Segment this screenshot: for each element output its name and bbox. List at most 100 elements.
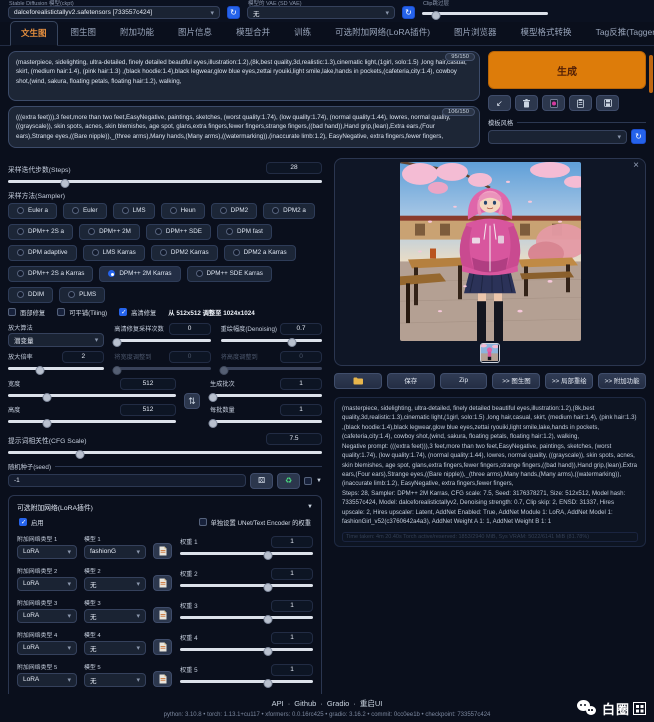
tab-image-browser[interactable]: 图片浏览器 bbox=[443, 20, 508, 45]
lora-type-dropdown[interactable]: LoRA▾ bbox=[17, 609, 77, 623]
height-slider[interactable] bbox=[8, 417, 176, 426]
upscaler-dropdown[interactable]: 潜变量 ▾ bbox=[8, 333, 104, 347]
lora-weight-slider[interactable] bbox=[180, 613, 313, 622]
send-to-img2img-button[interactable]: >> 图生图 bbox=[492, 373, 540, 389]
tab-train[interactable]: 训练 bbox=[283, 20, 322, 45]
vae-dropdown[interactable]: 无 ▾ bbox=[247, 6, 395, 19]
tab-checkpoint-merger[interactable]: 模型合并 bbox=[225, 20, 281, 45]
footer-link-gradio[interactable]: Gradio bbox=[327, 699, 350, 708]
lora-type-dropdown[interactable]: LoRA▾ bbox=[17, 545, 77, 559]
lora-weight-value[interactable]: 1 bbox=[271, 600, 313, 612]
sampler-option[interactable]: DPM2 bbox=[211, 203, 258, 219]
sampler-option[interactable]: DDIM bbox=[8, 287, 53, 303]
tab-tagger[interactable]: Tag反推(Tagger) bbox=[585, 20, 654, 45]
sampler-option[interactable]: DPM++ 2S a bbox=[8, 224, 73, 240]
lora-model-dropdown[interactable]: 无▾ bbox=[84, 641, 146, 655]
upscale-by-value[interactable]: 2 bbox=[62, 351, 104, 363]
steps-slider[interactable] bbox=[8, 177, 322, 186]
lora-model-dropdown[interactable]: 无▾ bbox=[84, 673, 146, 687]
footer-link-restart[interactable]: 重启UI bbox=[360, 699, 383, 708]
upscale-by-slider[interactable] bbox=[8, 364, 104, 373]
sampler-option[interactable]: DPM++ 2M bbox=[79, 224, 140, 240]
prompt-input[interactable]: (masterpiece, sidelighting, ultra-detail… bbox=[8, 51, 480, 101]
refresh-model-button[interactable]: ↻ bbox=[227, 6, 240, 19]
sampler-option[interactable]: Heun bbox=[161, 203, 205, 219]
hires-steps-slider[interactable] bbox=[114, 336, 210, 345]
tab-extras[interactable]: 附加功能 bbox=[109, 20, 165, 45]
model-dropdown[interactable]: dalceforealistictallyv2.safetensors [733… bbox=[8, 6, 220, 19]
zip-button[interactable]: Zip bbox=[440, 373, 488, 389]
lora-type-dropdown[interactable]: LoRA▾ bbox=[17, 577, 77, 591]
sampler-option[interactable]: DPM++ SDE bbox=[146, 224, 211, 240]
hires-fix-checkbox[interactable]: 高清修复 bbox=[119, 308, 156, 317]
close-icon[interactable]: × bbox=[633, 160, 639, 171]
gallery-thumbnail[interactable] bbox=[480, 343, 500, 363]
refresh-vae-button[interactable]: ↻ bbox=[402, 6, 415, 19]
send-to-extras-button[interactable]: >> 附加功能 bbox=[598, 373, 646, 389]
tiling-checkbox[interactable]: 可平铺(Tiling) bbox=[57, 308, 107, 317]
tab-model-converter[interactable]: 模型格式转换 bbox=[510, 20, 583, 45]
generate-button[interactable]: 生成 bbox=[488, 51, 646, 89]
lora-info-button[interactable] bbox=[153, 543, 172, 559]
sampler-option[interactable]: PLMS bbox=[59, 287, 105, 303]
sampler-option[interactable]: Euler bbox=[63, 203, 107, 219]
lora-separate-weights-checkbox[interactable]: 单独设置 UNet/Text Encoder 的权重 bbox=[199, 518, 311, 527]
slider-thumb[interactable] bbox=[431, 11, 440, 20]
clear-prompt-button[interactable] bbox=[515, 95, 538, 111]
refresh-styles-button[interactable]: ↻ bbox=[631, 129, 646, 144]
width-slider[interactable] bbox=[8, 391, 176, 400]
sampler-option[interactable]: LMS Karras bbox=[83, 245, 145, 261]
negative-prompt-input[interactable]: (((extra feet))),3 feet,more than two fe… bbox=[8, 106, 480, 148]
steps-value[interactable]: 28 bbox=[266, 162, 322, 174]
batch-size-slider[interactable] bbox=[210, 417, 322, 426]
style-template-dropdown[interactable]: ▾ bbox=[488, 130, 627, 144]
sampler-option[interactable]: DPM2 a bbox=[263, 203, 315, 219]
lora-type-dropdown[interactable]: LoRA▾ bbox=[17, 641, 77, 655]
sampler-option[interactable]: DPM adaptive bbox=[8, 245, 77, 261]
hires-steps-value[interactable]: 0 bbox=[169, 323, 211, 335]
sampler-option[interactable]: LMS bbox=[113, 203, 155, 219]
batch-size-value[interactable]: 1 bbox=[280, 404, 322, 416]
lora-weight-slider[interactable] bbox=[180, 581, 313, 590]
lora-model-dropdown[interactable]: fashionG▾ bbox=[84, 545, 146, 559]
reuse-seed-button[interactable]: ♻ bbox=[277, 473, 300, 489]
swap-dimensions-button[interactable]: ⇅ bbox=[184, 393, 200, 409]
lora-weight-slider[interactable] bbox=[180, 677, 313, 686]
random-seed-button[interactable]: ⚄ bbox=[250, 473, 273, 489]
lora-model-dropdown[interactable]: 无▾ bbox=[84, 609, 146, 623]
width-value[interactable]: 512 bbox=[120, 378, 176, 390]
footer-link-github[interactable]: Github bbox=[294, 699, 316, 708]
height-value[interactable]: 512 bbox=[120, 404, 176, 416]
sampler-option-selected[interactable]: DPM++ 2M Karras bbox=[99, 266, 180, 282]
lora-info-button[interactable] bbox=[153, 639, 172, 655]
save-style-button[interactable] bbox=[596, 95, 619, 111]
apply-style-button[interactable] bbox=[569, 95, 592, 111]
denoising-slider[interactable] bbox=[221, 336, 322, 345]
batch-count-slider[interactable] bbox=[210, 391, 322, 400]
send-to-inpaint-button[interactable]: >> 局部重绘 bbox=[545, 373, 593, 389]
lora-weight-slider[interactable] bbox=[180, 549, 313, 558]
lora-weight-value[interactable]: 1 bbox=[271, 568, 313, 580]
tab-png-info[interactable]: 图片信息 bbox=[167, 20, 223, 45]
read-params-button[interactable]: ↙ bbox=[488, 95, 511, 111]
sampler-option[interactable]: DPM2 a Karras bbox=[224, 245, 296, 261]
cfg-value[interactable]: 7.5 bbox=[266, 433, 322, 445]
lora-info-button[interactable] bbox=[153, 575, 172, 591]
footer-link-api[interactable]: API bbox=[272, 699, 284, 708]
sampler-option[interactable]: DPM2 Karras bbox=[151, 245, 218, 261]
lora-weight-value[interactable]: 1 bbox=[271, 664, 313, 676]
cfg-slider[interactable] bbox=[8, 448, 322, 457]
lora-weight-slider[interactable] bbox=[180, 645, 313, 654]
sampler-option[interactable]: DPM fast bbox=[217, 224, 272, 240]
batch-count-value[interactable]: 1 bbox=[280, 378, 322, 390]
clip-skip-slider[interactable] bbox=[422, 9, 548, 18]
generated-image[interactable] bbox=[400, 162, 581, 341]
lora-model-dropdown[interactable]: 无▾ bbox=[84, 577, 146, 591]
lora-weight-value[interactable]: 1 bbox=[271, 632, 313, 644]
sampler-option[interactable]: Euler a bbox=[8, 203, 57, 219]
restore-faces-checkbox[interactable]: 面部修复 bbox=[8, 308, 45, 317]
lora-info-button[interactable] bbox=[153, 607, 172, 623]
slider-thumb[interactable] bbox=[60, 179, 69, 188]
extra-networks-button[interactable] bbox=[542, 95, 565, 111]
denoising-value[interactable]: 0.7 bbox=[280, 323, 322, 335]
